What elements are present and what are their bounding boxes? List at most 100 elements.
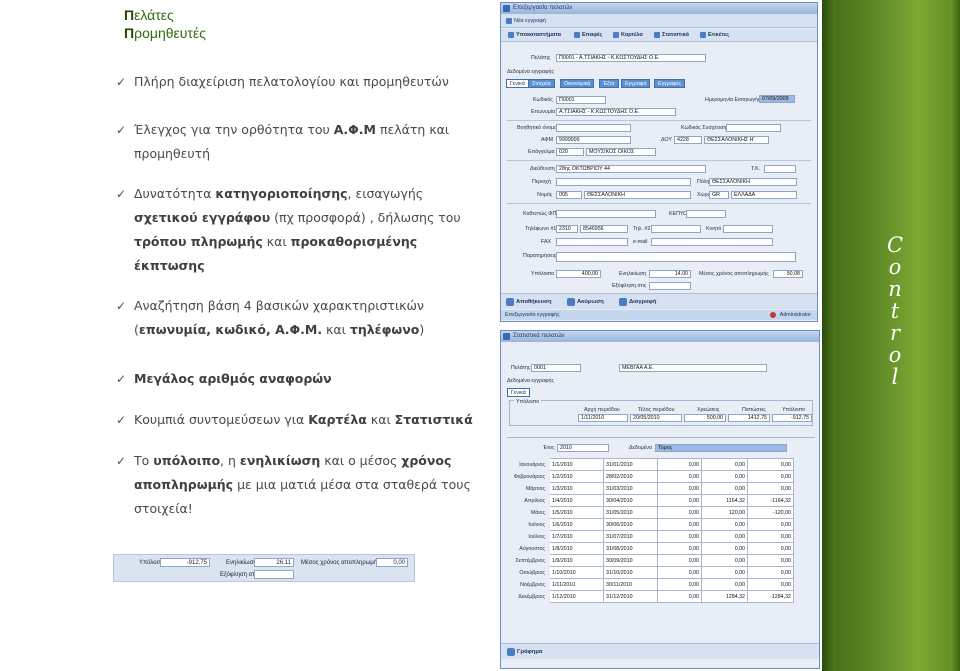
area-field[interactable] (556, 178, 691, 186)
tab-entries[interactable]: Εγγραφές (654, 79, 686, 88)
tab-financial[interactable]: Οικονομικά (560, 79, 595, 88)
job-name-field[interactable]: ΜΟΥΣΙΚΟΣ ΟΙΚΟΣ (586, 148, 656, 156)
phone-code-field[interactable]: 2310 (556, 225, 578, 233)
vat-field[interactable] (556, 210, 656, 218)
month-label: Ιούνιος (507, 518, 550, 531)
tab-general[interactable]: Γενικά (506, 79, 529, 88)
table-cell: 31/05/2010 (603, 506, 658, 519)
county-name-field[interactable]: ΘΕΣΣΑΛΟΝΙΚΗ (584, 191, 691, 199)
afm-field[interactable]: 9999999 (556, 136, 631, 144)
data-type-select[interactable]: Τύρος (655, 444, 787, 452)
table-row: Φεβρουάριος 1/2/2010 28/02/2010 0,00 0,00 0,0… (507, 470, 794, 483)
table-cell: -120,00 (747, 506, 794, 519)
notes-field[interactable] (556, 252, 796, 262)
tab-general[interactable]: Γενικά (507, 388, 530, 397)
table-cell: 0,00 (747, 482, 794, 495)
table-cell: 0,00 (747, 518, 794, 531)
kepyo-field[interactable] (686, 210, 726, 218)
contacts-button[interactable]: Επαφές (573, 30, 602, 40)
balance-summary-bar: Υπόλοιπο -912,75 Ενηλικίωση 26,11 Μέσος … (113, 554, 415, 582)
ledger-card-button[interactable]: Καρτέλα (612, 30, 643, 40)
summary-start: 1/11/2010 (578, 414, 628, 422)
fax-field[interactable] (556, 238, 628, 246)
bullet-categorization: ✓ Δυνατότητα κατηγοριοποίησης, εισαγωγής… (116, 182, 494, 278)
month-label: Φεβρουάριος (507, 470, 550, 483)
labels-button[interactable]: Ετικέτες (699, 30, 729, 40)
table-cell: 1/4/2010 (549, 494, 604, 507)
table-cell: 0,00 (657, 494, 702, 507)
table-cell: 28/02/2010 (603, 470, 658, 483)
mobile-field[interactable] (723, 225, 773, 233)
table-cell: 30/09/2010 (603, 554, 658, 567)
monthly-panel: Έτος 2010 Δεδομένα Τύρος Ιανουάριος 1/1/2… (507, 437, 815, 645)
table-cell: 1/8/2010 (549, 542, 604, 555)
customer-selector[interactable]: Π0001 - Α.ΤΣΙΑΚΗΣ - Κ.ΚΩΣΤΟΥΔΗΣ Ο.Ε. (556, 54, 706, 62)
table-cell: 0,00 (657, 542, 702, 555)
tab-details[interactable]: Στοιχεία (528, 79, 555, 88)
table-cell: 31/03/2010 (603, 482, 658, 495)
email-field[interactable] (651, 238, 773, 246)
country-code-field[interactable]: GR (709, 191, 729, 199)
date-field[interactable]: 07/09/2009 (759, 95, 795, 103)
control-vertical-label: C o n t r o l (886, 233, 904, 389)
summary-end: 20/05/2010 (630, 414, 682, 422)
table-cell: 1/10/2010 (549, 566, 604, 579)
save-button[interactable]: Αποθήκευση (506, 297, 552, 307)
table-cell: 1/3/2010 (549, 482, 604, 495)
phone-field[interactable]: 8546956 (580, 225, 628, 233)
bullet-search: ✓ Αναζήτηση βάση 4 βασικών χαρακτηριστικ… (116, 294, 494, 342)
table-row: Αύγουστος 1/8/2010 31/08/2010 0,00 0,00 0,00 (507, 542, 794, 555)
tab-extra[interactable]: Έξτα (599, 79, 619, 88)
code-field[interactable]: Π0001 (556, 96, 606, 104)
zip-field[interactable] (764, 165, 796, 173)
table-cell: 0,00 (657, 530, 702, 543)
chart-button[interactable]: Γράφημα (507, 647, 542, 657)
name-field[interactable]: Α.ΤΣΙΑΚΗΣ - Κ.ΚΩΣΤΟΥΔΗΣ Ο.Ε. (556, 108, 676, 116)
year-select[interactable]: 2010 (557, 444, 609, 452)
new-record-button[interactable]: Νέα εγγραφή (505, 16, 546, 26)
window-titlebar: Στατιστικά πελατών (501, 331, 819, 342)
tab-documents[interactable]: Εγγραφα (621, 79, 651, 88)
table-cell: 31/07/2010 (603, 530, 658, 543)
stats-customer-code[interactable]: 0001 (531, 364, 581, 372)
doy-code-field[interactable]: 4228 (674, 136, 702, 144)
statistics-button[interactable]: Στατιστικά (653, 30, 689, 40)
doy-name-field[interactable]: ΘΕΣΣΑΛΟΝΙΚΗΣ Η' (704, 136, 769, 144)
table-cell: 1/2/2010 (549, 470, 604, 483)
table-cell: 1/12/2010 (549, 590, 604, 603)
summary-balance: -912,75 (772, 414, 812, 422)
month-label: Οκτώβριος (507, 566, 550, 579)
table-row: Ιούνιος 1/6/2010 30/06/2010 0,00 0,00 0,00 (507, 518, 794, 531)
delete-button[interactable]: Διαγραφή (619, 297, 656, 307)
table-cell: 1/6/2010 (549, 518, 604, 531)
table-cell: 30/06/2010 (603, 518, 658, 531)
table-cell: 0,00 (701, 458, 748, 471)
table-cell: 0,00 (747, 578, 794, 591)
job-code-field[interactable]: 020 (556, 148, 584, 156)
branches-button[interactable]: Υποκαταστήματα (507, 30, 561, 40)
table-cell: 0,00 (657, 482, 702, 495)
bullet-shortcuts: ✓ Κουμπιά συντομεύσεων για Καρτέλα και Σ… (116, 408, 496, 432)
county-code-field[interactable]: 005 (556, 191, 582, 199)
sys-code-field[interactable] (726, 124, 781, 132)
address-field[interactable]: 28ης ΟΚΤΩΒΡΙΟΥ 44 (556, 165, 706, 173)
monthly-table: Ιανουάριος 1/1/2010 31/01/2010 0,00 0,00 0,00… (507, 458, 794, 603)
cancel-button[interactable]: Ακύρωση (567, 297, 604, 307)
table-row: Απρίλιος 1/4/2010 30/04/2010 0,00 1164,32 -11… (507, 494, 794, 507)
phone2-field[interactable] (651, 225, 701, 233)
table-cell: 0,00 (701, 470, 748, 483)
table-cell: 0,00 (747, 542, 794, 555)
table-cell: 31/08/2010 (603, 542, 658, 555)
mini-aging-field: 26,11 (254, 558, 294, 567)
city-field[interactable]: ΘΕΣΣΑΛΟΝΙΚΗ (709, 178, 797, 186)
table-cell: 0,00 (747, 530, 794, 543)
balance-field: 400,00 (556, 270, 601, 278)
bullet-customer-management: ✓ Πλήρη διαχείριση πελατολογίου και προμ… (116, 70, 494, 94)
bullet-balance: ✓ Το υπόλοιπο, η ενηλικίωση και ο μέσος … (116, 449, 494, 521)
table-cell: 0,00 (747, 458, 794, 471)
table-cell: 120,00 (701, 506, 748, 519)
record-tabs: Γενικά Στοιχεία Οικονομικά Έξτα Εγγραφα … (506, 79, 806, 88)
top-toolbar: Νέα εγγραφή (501, 14, 817, 28)
country-name-field[interactable]: ΕΛΛΑΔΑ (731, 191, 797, 199)
alt-name-field[interactable] (556, 124, 631, 132)
